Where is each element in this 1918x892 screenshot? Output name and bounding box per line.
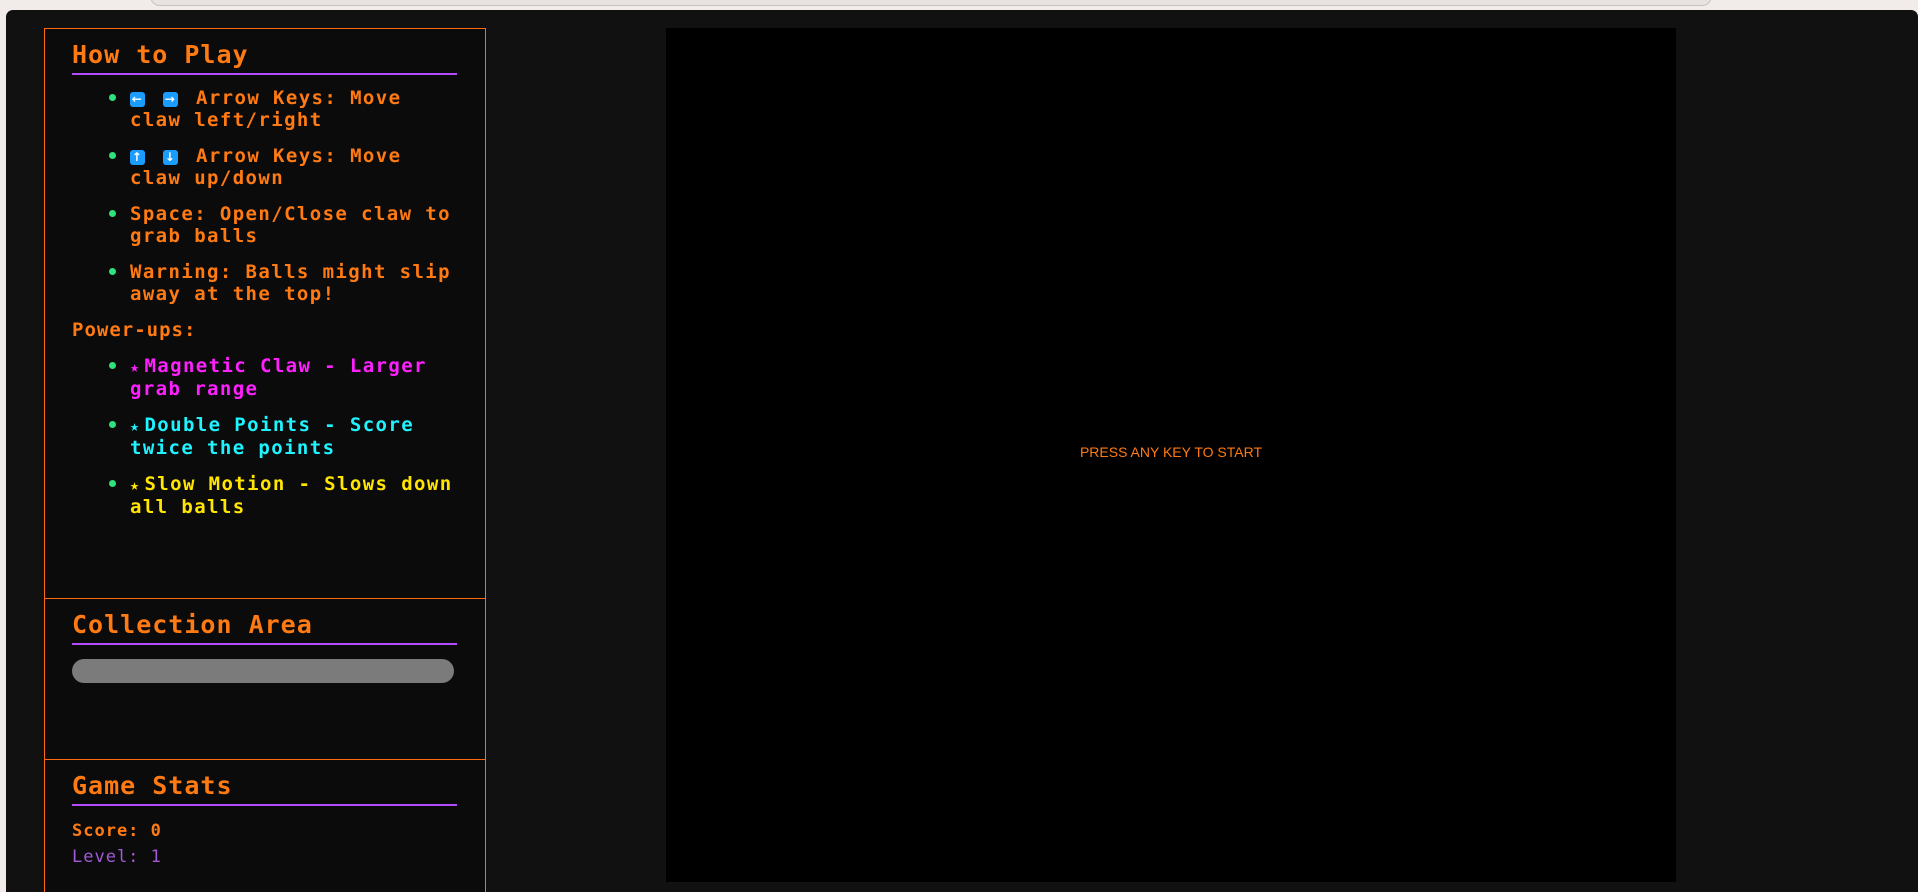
collection-panel: Collection Area <box>45 599 485 760</box>
control-text: Space: Open/Close claw to grab balls <box>130 203 451 247</box>
score-label: Score: <box>72 821 140 841</box>
game-canvas[interactable]: PRESS ANY KEY TO START <box>666 28 1676 882</box>
powerup-text: Double Points - Score twice the points <box>130 414 415 459</box>
level-value: 1 <box>150 847 162 867</box>
control-item-warning: Warning: Balls might slip away at the to… <box>109 261 457 305</box>
star-icon: ★ <box>130 417 141 435</box>
star-icon: ★ <box>130 476 141 494</box>
how-to-play-panel: How to Play ← → Arrow Keys: Move claw left… <box>45 29 485 599</box>
control-item-up-down: ↑ ↓ Arrow Keys: Move claw up/down <box>109 145 457 189</box>
up-arrow-key-icon: ↑ <box>130 150 145 165</box>
level-label: Level: <box>72 847 140 867</box>
control-item-left-right: ← → Arrow Keys: Move claw left/right <box>109 87 457 131</box>
powerup-slow-motion: ★ Slow Motion - Slows down all balls <box>109 473 457 518</box>
powerups-heading: Power-ups: <box>72 319 197 341</box>
control-text: Warning: Balls might slip away at the to… <box>130 261 451 305</box>
start-message: PRESS ANY KEY TO START <box>1079 444 1263 460</box>
how-to-play-title: How to Play <box>72 39 457 75</box>
powerup-double-points: ★ Double Points - Score twice the points <box>109 414 457 459</box>
powerup-magnetic-claw: ★ Magnetic Claw - Larger grab range <box>109 355 457 400</box>
powerups-list: ★ Magnetic Claw - Larger grab range ★ Doub… <box>72 355 457 518</box>
browser-edge <box>150 0 1712 6</box>
down-arrow-key-icon: ↓ <box>163 150 178 165</box>
stats-title: Game Stats <box>72 770 457 806</box>
collection-title: Collection Area <box>72 609 457 645</box>
score-stat: Score: 0 <box>72 818 457 844</box>
control-item-space: Space: Open/Close claw to grab balls <box>109 203 457 247</box>
sidebar: How to Play ← → Arrow Keys: Move claw left… <box>44 28 486 892</box>
powerup-text: Slow Motion - Slows down all balls <box>130 473 453 518</box>
collection-area <box>72 659 454 683</box>
powerup-text: Magnetic Claw - Larger grab range <box>130 355 427 400</box>
right-arrow-key-icon: → <box>163 92 178 107</box>
game-app: How to Play ← → Arrow Keys: Move claw left… <box>6 10 1918 892</box>
stats-panel: Game Stats Score: 0 Level: 1 <box>45 760 485 884</box>
score-value: 0 <box>150 821 162 841</box>
star-icon: ★ <box>130 358 141 376</box>
controls-list: ← → Arrow Keys: Move claw left/right ↑ ↓ Arr… <box>72 87 457 305</box>
level-stat: Level: 1 <box>72 844 457 870</box>
left-arrow-key-icon: ← <box>130 92 145 107</box>
